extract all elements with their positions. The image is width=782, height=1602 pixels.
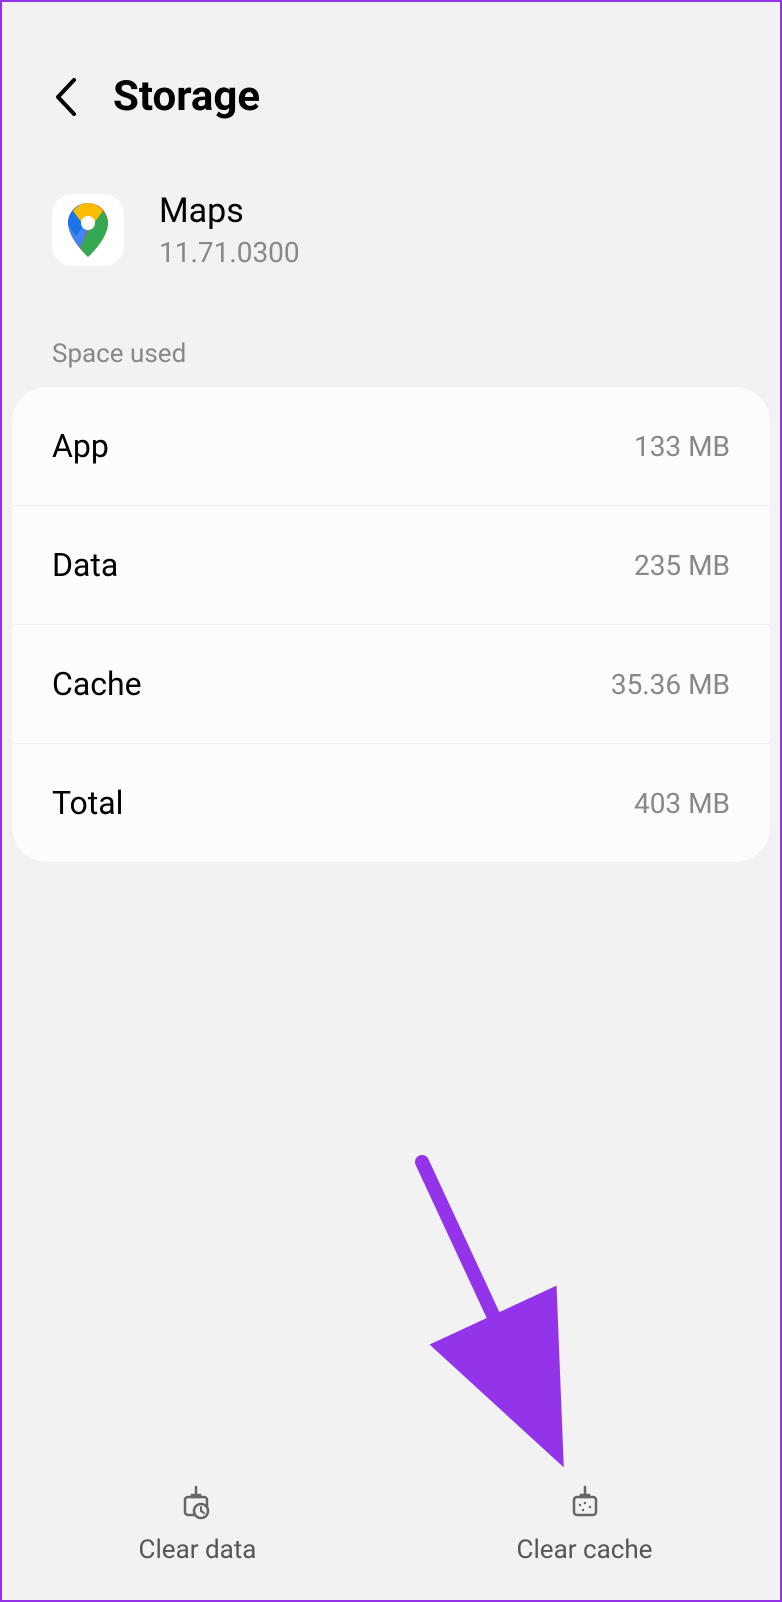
clear-data-button[interactable]: Clear data	[4, 1483, 391, 1565]
storage-label: Total	[52, 784, 123, 822]
broom-data-icon	[178, 1483, 218, 1523]
clear-cache-button[interactable]: Clear cache	[391, 1483, 778, 1565]
storage-value: 403 MB	[634, 787, 730, 820]
maps-pin-icon	[66, 201, 110, 259]
storage-row-cache: Cache 35.36 MB	[12, 625, 770, 744]
back-button[interactable]	[52, 76, 78, 118]
storage-row-app: App 133 MB	[12, 387, 770, 506]
broom-cache-icon	[565, 1483, 605, 1523]
section-label: Space used	[2, 339, 780, 387]
bottom-bar: Clear data Clear cache	[4, 1453, 778, 1600]
clear-data-label: Clear data	[139, 1535, 257, 1565]
app-info-section: Maps 11.71.0300	[2, 161, 780, 339]
storage-label: Data	[52, 546, 118, 584]
page-title: Storage	[113, 72, 260, 121]
app-icon	[52, 194, 124, 266]
app-name: Maps	[159, 191, 300, 231]
clear-cache-label: Clear cache	[517, 1535, 653, 1565]
storage-label: App	[52, 427, 109, 465]
chevron-left-icon	[52, 76, 78, 118]
storage-value: 35.36 MB	[611, 668, 730, 701]
storage-row-data: Data 235 MB	[12, 506, 770, 625]
storage-label: Cache	[52, 665, 142, 703]
header: Storage	[2, 2, 780, 161]
annotation-arrow	[412, 1152, 612, 1472]
storage-value: 133 MB	[634, 430, 730, 463]
app-info: Maps 11.71.0300	[159, 191, 300, 269]
app-version: 11.71.0300	[159, 236, 300, 269]
storage-row-total: Total 403 MB	[12, 744, 770, 862]
storage-value: 235 MB	[634, 549, 730, 582]
storage-card: App 133 MB Data 235 MB Cache 35.36 MB To…	[12, 387, 770, 862]
